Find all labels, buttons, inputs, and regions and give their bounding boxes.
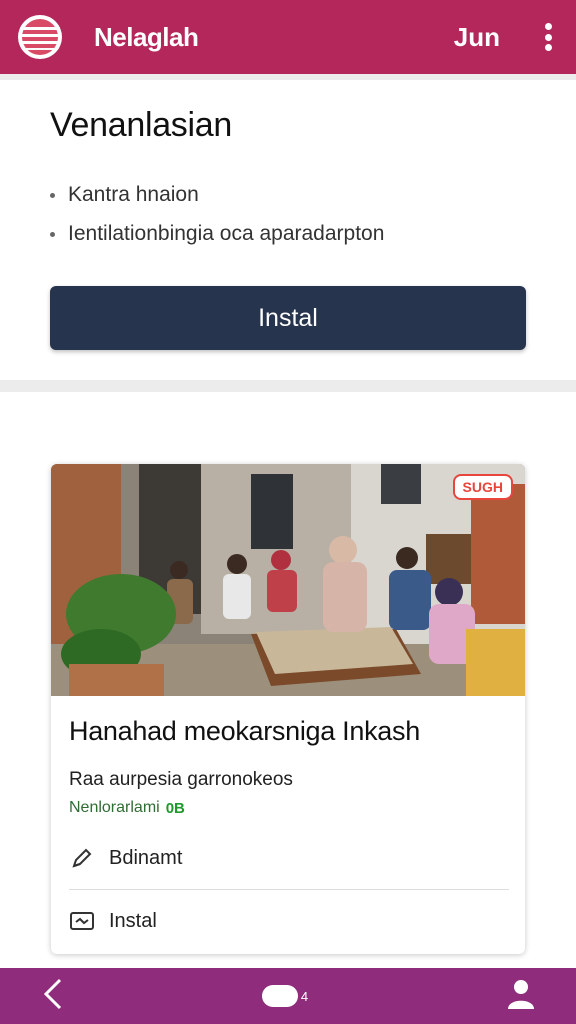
app-bar: Nelaglah Jun — [0, 0, 576, 74]
edit-action[interactable]: Bdinamt — [69, 827, 509, 889]
message-icon — [69, 908, 95, 934]
feature-item: Ientilationbingia oca aparadarpton — [50, 214, 526, 253]
header-link[interactable]: Jun — [454, 22, 500, 53]
install-button[interactable]: Instal — [50, 286, 526, 350]
app-title: Nelaglah — [94, 21, 199, 52]
bottom-nav: 4 — [0, 968, 576, 1024]
content-panel: SUGH Hanahad meokarsniga Inkash Raa aurp… — [0, 392, 576, 968]
post-meta: Nenlorarlami 0B — [69, 799, 509, 817]
status-badge: SUGH — [452, 474, 513, 500]
feature-list: Kantra hnaion Ientilationbingia oca apar… — [50, 175, 526, 253]
post-title: Hanahad meokarsniga Inkash — [69, 716, 420, 746]
kebab-menu-icon[interactable] — [538, 19, 558, 55]
feature-item: Kantra hnaion — [50, 175, 526, 214]
post-card[interactable]: SUGH Hanahad meokarsniga Inkash Raa aurp… — [51, 464, 525, 954]
pill-icon — [261, 985, 298, 1007]
info-card: Venanlasian Kantra hnaion Ientilationbin… — [0, 80, 576, 380]
pencil-icon — [69, 845, 95, 871]
edit-action-label: Bdinamt — [109, 846, 183, 869]
post-photo: SUGH — [51, 464, 525, 696]
nav-count: 4 — [300, 988, 309, 1004]
home-button[interactable]: 4 — [261, 985, 309, 1007]
install-action[interactable]: Instal — [69, 890, 509, 952]
install-action-label: Instal — [109, 909, 157, 932]
globe-icon[interactable] — [18, 15, 62, 59]
post-meta-text: Nenlorarlami — [69, 799, 160, 816]
meta-badge: 0B — [165, 799, 185, 817]
back-chevron-icon[interactable] — [40, 977, 64, 1016]
post-subtitle: Raa aurpesia garronokeos — [69, 769, 293, 790]
person-icon[interactable] — [506, 978, 536, 1015]
info-card-title: Venanlasian — [50, 106, 232, 144]
